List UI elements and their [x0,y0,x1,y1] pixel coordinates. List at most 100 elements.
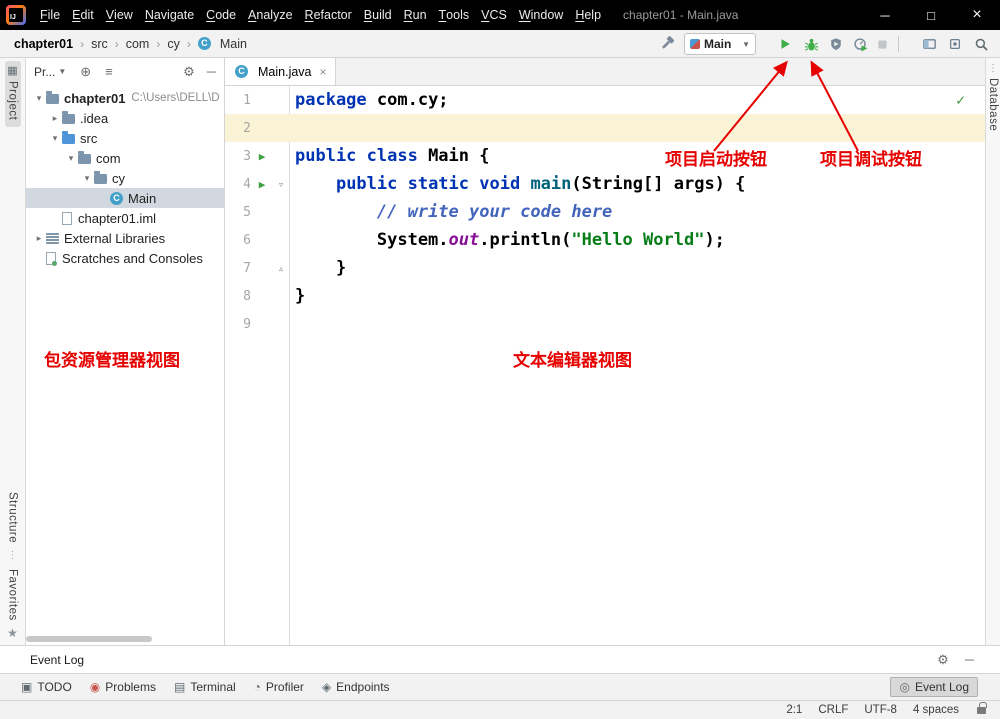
menu-vcs[interactable]: V CS [475,0,513,30]
line-number: 9 [243,316,251,332]
tool-window-button-event-log[interactable]: ◎ Event Log [890,677,978,697]
chevron-expanded-icon[interactable]: ▾ [82,173,92,184]
tab-main-java[interactable]: Main.java × [225,58,336,85]
breadcrumb-item-src[interactable]: src [89,36,110,52]
line-number: 1 [243,92,251,108]
menu-refactor[interactable]: Refactor [299,0,358,30]
tool-window-button-project[interactable]: ▦ Project [4,61,21,128]
code-line-7[interactable]: 7 ▵ } [225,254,985,282]
code-line-1[interactable]: 1 package com.cy; [225,86,985,114]
collapse-all-icon[interactable]: ≡ [105,65,113,78]
tree-item-chapter01-iml[interactable]: chapter01.iml [26,208,224,228]
tool-window-button-todo[interactable]: ▣ TODO [12,677,81,697]
coverage-button[interactable] [827,34,845,54]
hide-panel-icon[interactable]: ─ [207,65,216,78]
stripe-grip-icon: ⋮ [988,63,998,74]
minimize-icon[interactable]: ─ [862,0,908,30]
line-number: 6 [243,232,251,248]
scratch-icon [46,251,57,266]
code-line-6[interactable]: 6 System.out.println("Hello World"); [225,226,985,254]
menu-analyze[interactable]: Analyze [242,0,298,30]
tool-window-button-structure[interactable]: Structure [7,492,19,543]
fold-marker-icon[interactable]: ▿ [273,178,289,191]
breadcrumb: chapter01 › src › com › cy › Main [0,36,249,52]
stop-button[interactable] [873,34,891,54]
lock-icon[interactable] [977,701,987,714]
run-button[interactable] [776,34,794,54]
breadcrumb-item-chapter01[interactable]: chapter01 [12,36,75,52]
tree-item-com[interactable]: ▾ com [26,148,224,168]
tree-item-cy[interactable]: ▾ cy [26,168,224,188]
menu-window[interactable]: Window [513,0,569,30]
status-indent-setting[interactable]: 4 spaces [913,704,959,716]
code-line-2[interactable]: 2 [225,114,985,142]
menu-tools[interactable]: Tools [433,0,476,30]
status-line-ending[interactable]: CRLF [818,704,848,716]
gear-icon[interactable]: ⚙ [937,653,949,666]
breadcrumb-item-com[interactable]: com [124,36,152,52]
debug-button[interactable] [802,34,820,54]
code-text: System.out.println("Hello World"); [295,230,725,250]
tree-item-src[interactable]: ▾ src [26,128,224,148]
horizontal-scrollbar[interactable] [26,636,152,642]
status-caret-position[interactable]: 2:1 [786,704,802,716]
chevron-expanded-icon[interactable]: ▾ [34,93,44,104]
inspections-ok-icon[interactable]: ✓ [956,91,965,109]
chevron-collapsed-icon[interactable]: ▸ [50,113,60,124]
breadcrumb-item-cy[interactable]: cy [165,36,182,52]
tree-item-external-libraries[interactable]: ▸ External Libraries [26,228,224,248]
run-configuration-select[interactable]: Main ▼ [684,33,756,55]
chevron-expanded-icon[interactable]: ▾ [50,133,60,144]
maximize-icon[interactable]: □ [908,0,954,30]
menu-code[interactable]: Code [200,0,242,30]
code-line-4[interactable]: 4 ▶ ▿ public static void main(String[] arg… [225,170,985,198]
menu-navigate[interactable]: Navigate [139,0,200,30]
tool-window-button-problems[interactable]: ◉ Problems [81,677,165,697]
tree-item-scratches-and-consoles[interactable]: Scratches and Consoles [26,248,224,268]
tool-window-button-database[interactable]: Database [987,78,999,131]
updates-icon[interactable] [946,34,964,54]
menu-run[interactable]: Run [398,0,433,30]
hide-panel-icon[interactable]: ─ [965,653,974,666]
menu-bar: File Edit View Navigate Code Analyze Refactor B… [34,0,607,30]
code-text: } [295,258,347,278]
code-line-5[interactable]: 5 // write your code here [225,198,985,226]
line-number: 7 [243,260,251,276]
code-line-9[interactable]: 9 [225,310,985,338]
gear-icon[interactable]: ⚙ [183,65,195,78]
chevron-collapsed-icon[interactable]: ▸ [34,233,44,244]
code-line-8[interactable]: 8} [225,282,985,310]
tool-window-button-endpoints[interactable]: ◈ Endpoints [313,677,399,697]
run-gutter-icon[interactable]: ▶ [251,178,273,191]
close-icon[interactable]: × [320,65,327,79]
class-icon [197,37,211,50]
status-file-encoding[interactable]: UTF-8 [864,704,897,716]
tool-window-button-favorites[interactable]: Favorites [7,569,19,621]
build-hammer-icon[interactable] [658,34,676,54]
breadcrumb-item-main[interactable]: Main [196,36,249,52]
menu-edit[interactable]: Edit [66,0,100,30]
breadcrumb-separator: › [80,36,85,51]
tree-item-main[interactable]: Main [26,188,224,208]
tree-item-chapter01[interactable]: ▾ chapter01 C:\Users\DELL\D [26,88,224,108]
window-title: chapter01 - Main.java [623,8,739,22]
project-view-selector[interactable]: Pr... ▼ [34,65,66,79]
locate-file-icon[interactable]: ⊕ [80,65,91,78]
run-gutter-icon[interactable]: ▶ [251,150,273,163]
close-icon[interactable]: × [954,0,1000,30]
favorites-star-icon[interactable]: ★ [7,627,18,639]
tool-window-button-terminal[interactable]: ▤ Terminal [165,677,245,697]
tool-window-layout-icon[interactable] [920,34,938,54]
search-icon[interactable] [972,34,990,54]
chevron-expanded-icon[interactable]: ▾ [66,153,76,164]
fold-marker-icon[interactable]: ▵ [273,262,289,275]
menu-build[interactable]: Build [358,0,398,30]
menu-file[interactable]: File [34,0,66,30]
tool-window-button-profiler[interactable]: ◔ Profiler [245,677,313,697]
menu-help[interactable]: Help [569,0,607,30]
tree-item--idea[interactable]: ▸ .idea [26,108,224,128]
profiler-button[interactable] [851,34,869,54]
project-panel-header: Pr... ▼ ⊕ ≡ ⚙ ─ [26,58,224,86]
tool-window-button-label: Endpoints [336,680,390,694]
menu-view[interactable]: View [100,0,139,30]
